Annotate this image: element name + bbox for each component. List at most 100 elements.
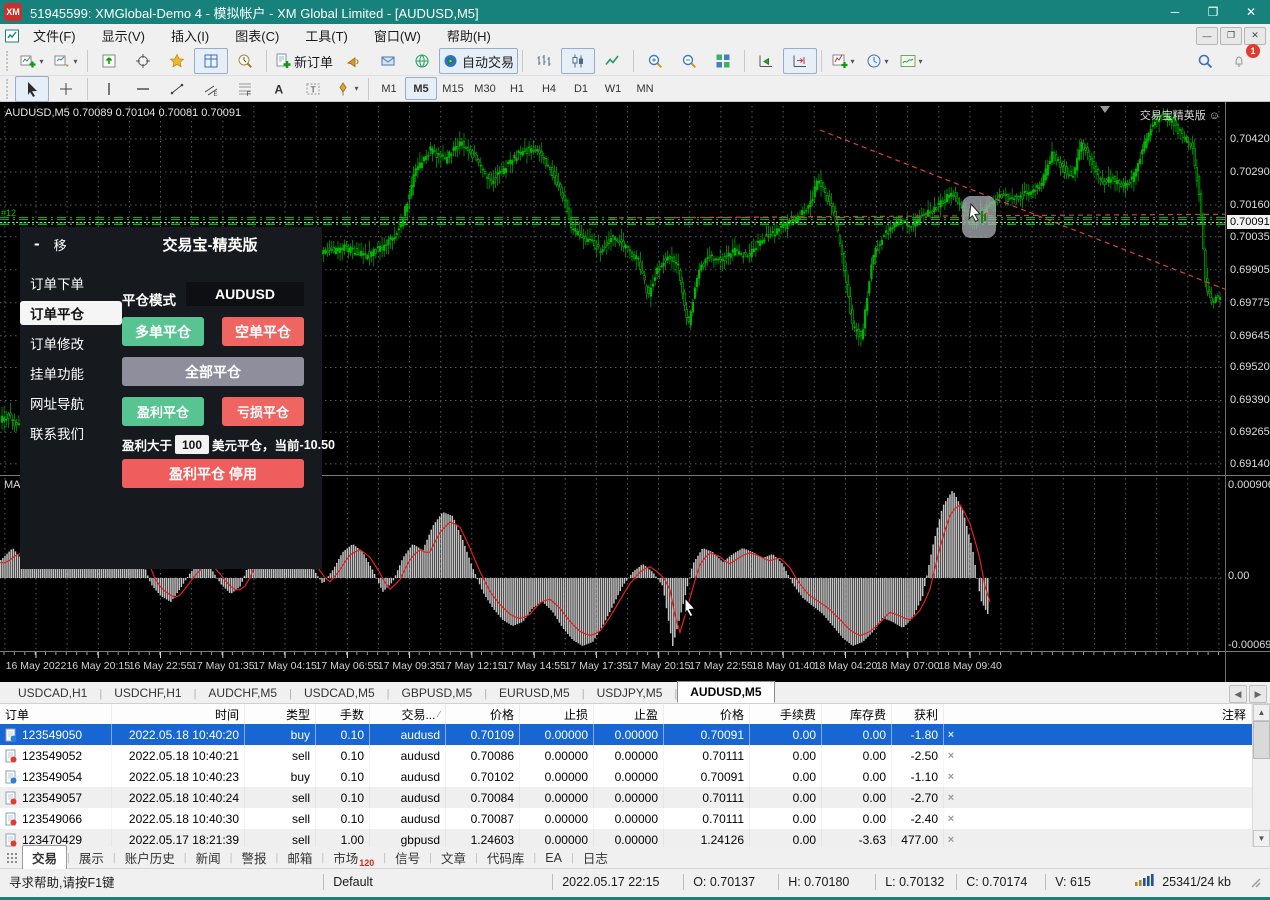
- menu-item-t[interactable]: 工具(T): [292, 23, 361, 48]
- chart-shift-button[interactable]: [783, 48, 817, 74]
- chevron-right-icon[interactable]: ▶: [1249, 685, 1267, 703]
- quick-nav-grid-icon[interactable]: [4, 850, 20, 866]
- templates-button[interactable]: ▾: [894, 48, 928, 74]
- notifications-button[interactable]: 1: [1222, 48, 1256, 74]
- column-header-9[interactable]: 手续费: [750, 704, 822, 724]
- cursor-button[interactable]: [15, 76, 49, 102]
- crosshair-button[interactable]: [49, 76, 83, 102]
- indicators-button[interactable]: ▾: [826, 48, 860, 74]
- close-button[interactable]: ✕: [1232, 0, 1270, 24]
- minimize-button[interactable]: ─: [1156, 0, 1194, 24]
- fibonacci-button[interactable]: F: [228, 76, 262, 102]
- close-order-icon[interactable]: ×: [944, 787, 958, 808]
- resize-grip-icon[interactable]: [1240, 876, 1270, 888]
- order-row[interactable]: 1235490522022.05.18 10:40:21sell0.10audu…: [0, 745, 1252, 766]
- terminal-tab-3[interactable]: 新闻: [187, 846, 230, 869]
- chart-line-button[interactable]: [595, 48, 629, 74]
- scroll-down-icon[interactable]: ▼: [1253, 830, 1270, 847]
- menu-item-c[interactable]: 图表(C): [222, 23, 292, 48]
- text-button[interactable]: A: [262, 76, 296, 102]
- column-header-2[interactable]: 类型: [245, 704, 316, 724]
- periods-button[interactable]: ▾: [860, 48, 894, 74]
- community-button[interactable]: [405, 48, 439, 74]
- chart-tab-audusdm5[interactable]: AUDUSD,M5: [677, 681, 774, 703]
- chart-tab-audchfm5[interactable]: AUDCHF,M5: [196, 683, 289, 703]
- timeframe-button-m1[interactable]: M1: [373, 77, 405, 100]
- menu-item-w[interactable]: 窗口(W): [361, 23, 434, 48]
- panel-nav-item-5[interactable]: 联系我们: [20, 421, 122, 445]
- chart-tab-usdcadh1[interactable]: USDCAD,H1: [6, 683, 99, 703]
- close-long-button[interactable]: 多单平仓: [122, 317, 204, 346]
- panel-nav-item-1[interactable]: 订单平仓: [20, 301, 122, 325]
- chevron-left-icon[interactable]: ◀: [1229, 685, 1247, 703]
- close-profit-button[interactable]: 盈利平仓: [122, 397, 204, 426]
- terminal-tab-8[interactable]: 文章: [432, 846, 475, 869]
- trade-assistant-panel[interactable]: - 移 交易宝-精英版 订单下单订单平仓订单修改挂单功能网址导航联系我们 平仓模…: [20, 227, 322, 569]
- profiles-button[interactable]: ▾: [49, 48, 83, 74]
- close-order-icon[interactable]: ×: [944, 829, 958, 847]
- column-header-3[interactable]: 手数: [316, 704, 370, 724]
- tile-windows-button[interactable]: [706, 48, 740, 74]
- column-header-5[interactable]: 价格: [446, 704, 520, 724]
- column-header-1[interactable]: 时间: [112, 704, 245, 724]
- terminal-tab-9[interactable]: 代码库: [478, 846, 534, 869]
- timeframe-button-h1[interactable]: H1: [501, 77, 533, 100]
- data-window-button[interactable]: [194, 48, 228, 74]
- horizontal-line-button[interactable]: [126, 76, 160, 102]
- auto-scroll-button[interactable]: [749, 48, 783, 74]
- chart-shift-marker[interactable]: [1100, 106, 1110, 113]
- close-order-icon[interactable]: ×: [944, 745, 958, 766]
- close-short-button[interactable]: 空单平仓: [222, 317, 304, 346]
- zoom-out-button[interactable]: [672, 48, 706, 74]
- chart-window[interactable]: 0.704200.702900.701600.700350.699050.697…: [0, 102, 1270, 682]
- close-mode-symbol[interactable]: AUDUSD: [186, 282, 304, 306]
- scroll-up-icon[interactable]: ▲: [1253, 704, 1270, 721]
- profit-close-toggle-button[interactable]: 盈利平仓 停用: [122, 459, 304, 488]
- column-header-0[interactable]: 订单: [0, 704, 112, 724]
- close-all-button[interactable]: 全部平仓: [122, 357, 304, 386]
- panel-nav-item-4[interactable]: 网址导航: [20, 391, 122, 415]
- news-button[interactable]: [371, 48, 405, 74]
- alerts-button[interactable]: [337, 48, 371, 74]
- column-header-4[interactable]: 交易... ∕: [370, 704, 446, 724]
- column-header-6[interactable]: 止损: [520, 704, 594, 724]
- chart-tab-gbpusdm5[interactable]: GBPUSD,M5: [390, 683, 485, 703]
- terminal-tab-2[interactable]: 账户历史: [116, 846, 184, 869]
- terminal-tab-6[interactable]: 市场120: [324, 846, 383, 869]
- auto-trading-button[interactable]: 自动交易: [439, 48, 518, 74]
- column-header-8[interactable]: 价格: [664, 704, 750, 724]
- search-button[interactable]: [1188, 48, 1222, 74]
- chart-candles-button[interactable]: [561, 48, 595, 74]
- scrollbar-thumb[interactable]: [1253, 721, 1270, 759]
- mdi-close-button[interactable]: ✕: [1244, 27, 1266, 45]
- text-label-button[interactable]: T: [296, 76, 330, 102]
- mdi-minimize-button[interactable]: —: [1196, 27, 1218, 45]
- panel-nav-item-0[interactable]: 订单下单: [20, 271, 122, 295]
- market-watch-button[interactable]: [92, 48, 126, 74]
- column-header-11[interactable]: 获利: [892, 704, 944, 724]
- mdi-restore-button[interactable]: ❐: [1220, 27, 1242, 45]
- column-header-7[interactable]: 止盈: [594, 704, 664, 724]
- zoom-in-button[interactable]: [638, 48, 672, 74]
- terminal-tab-7[interactable]: 信号: [386, 846, 429, 869]
- timeframe-button-w1[interactable]: W1: [597, 77, 629, 100]
- vertical-line-button[interactable]: [92, 76, 126, 102]
- chart-bars-button[interactable]: [527, 48, 561, 74]
- new-chart-button[interactable]: ▾: [15, 48, 49, 74]
- column-header-12[interactable]: 注释: [958, 704, 1252, 724]
- terminal-tab-10[interactable]: EA: [536, 849, 571, 867]
- timeframe-button-h4[interactable]: H4: [533, 77, 565, 100]
- timeframe-button-m30[interactable]: M30: [469, 77, 501, 100]
- order-row[interactable]: 1235490662022.05.18 10:40:30sell0.10audu…: [0, 808, 1252, 829]
- table-scrollbar[interactable]: ▲ ▼: [1252, 704, 1270, 847]
- channel-button[interactable]: E: [194, 76, 228, 102]
- order-row[interactable]: 1235490542022.05.18 10:40:23buy0.10audus…: [0, 766, 1252, 787]
- timeframe-button-d1[interactable]: D1: [565, 77, 597, 100]
- order-row[interactable]: 1235490502022.05.18 10:40:20buy0.10audus…: [0, 724, 1252, 745]
- column-header-10[interactable]: 库存费: [822, 704, 892, 724]
- timeframe-button-m5[interactable]: M5: [405, 77, 437, 100]
- menu-item-i[interactable]: 插入(I): [158, 23, 222, 48]
- favorites-button[interactable]: [160, 48, 194, 74]
- timeframe-button-m15[interactable]: M15: [437, 77, 469, 100]
- profit-amount-input[interactable]: [175, 435, 209, 454]
